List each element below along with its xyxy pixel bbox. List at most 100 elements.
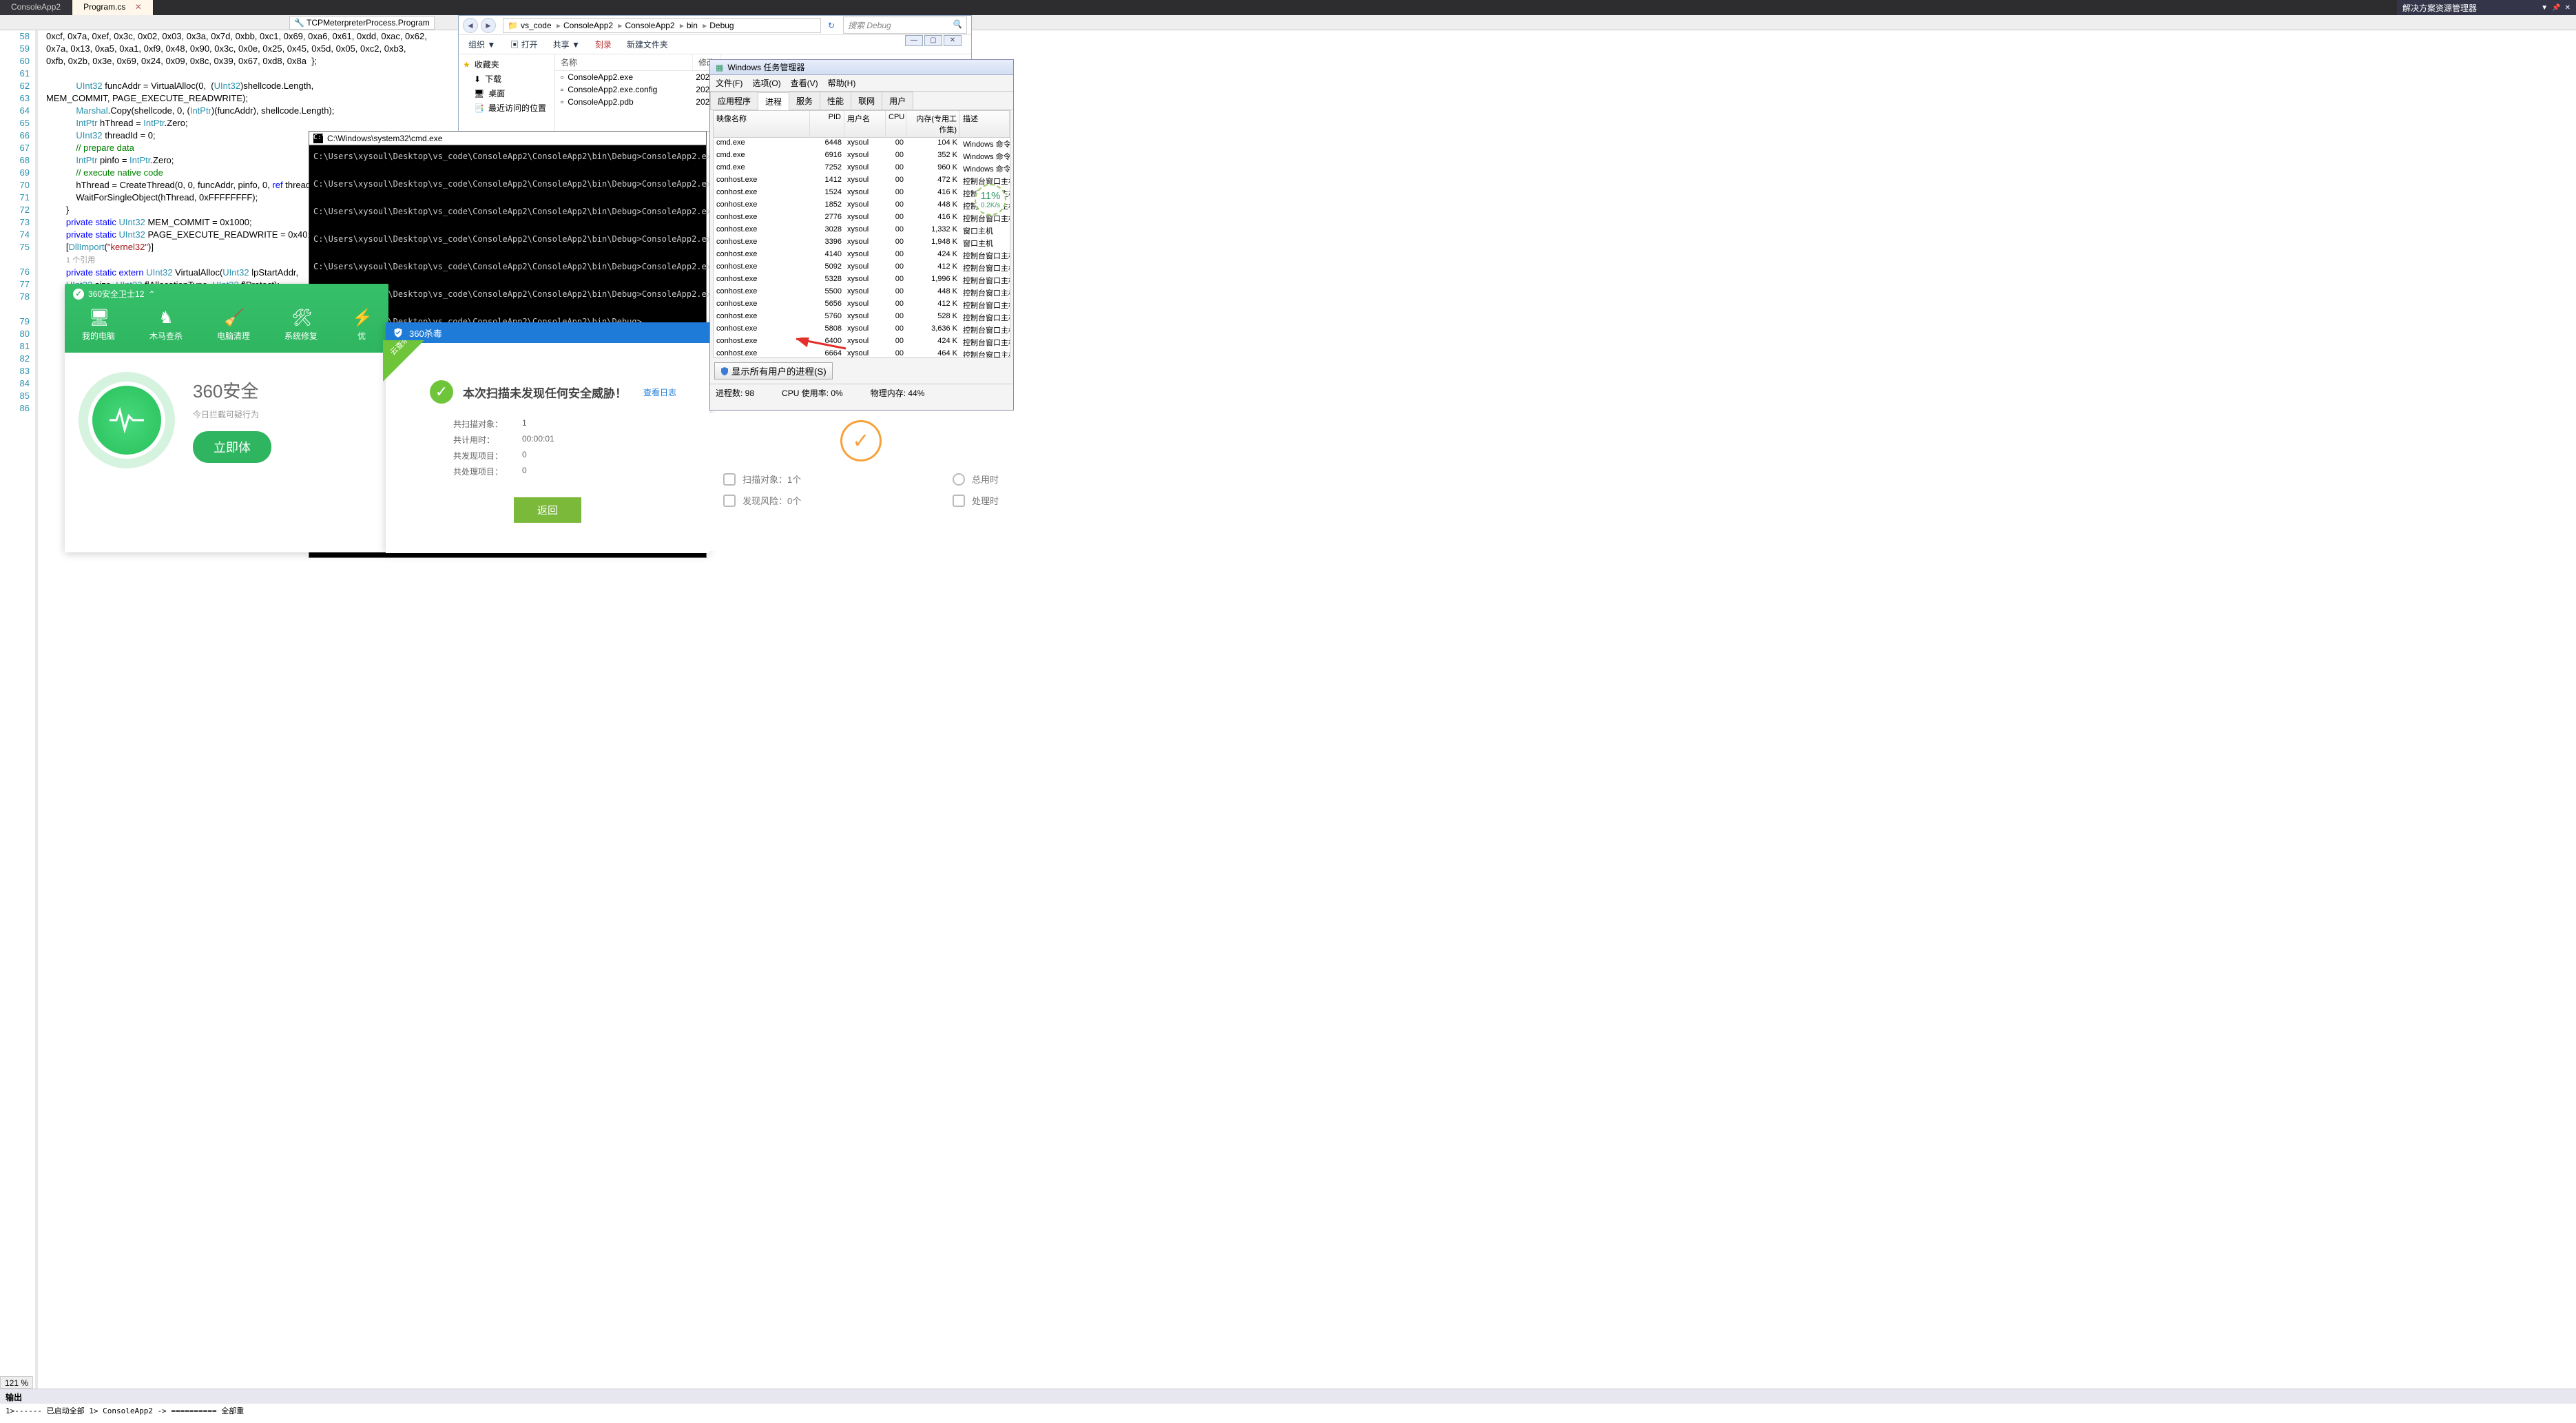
- favorites-header[interactable]: ★收藏夹: [461, 57, 552, 72]
- tm-titlebar[interactable]: ▦ Windows 任务管理器: [710, 60, 1013, 75]
- process-row[interactable]: conhost.exe6400xysoul00424 K控制台窗口主机: [714, 336, 1010, 349]
- download-icon: ⬇: [474, 74, 481, 84]
- process-row[interactable]: conhost.exe5328xysoul001,996 K控制台窗口主机: [714, 274, 1010, 287]
- tab-programcs[interactable]: Program.cs ✕: [72, 0, 154, 15]
- safe-nav: 🖥我的电脑 ♞木马查杀 🧹电脑清理 🛠系统修复 ⚡优: [65, 304, 388, 346]
- window-controls: — ▢ ✕: [905, 35, 962, 46]
- heartbeat-icon: [108, 406, 145, 434]
- process-grid[interactable]: 映像名称 PID 用户名 CPU 内存(专用工作集) 描述 cmd.exe644…: [713, 110, 1010, 358]
- process-row[interactable]: cmd.exe7252xysoul00960 KWindows 命令处: [714, 163, 1010, 175]
- process-row[interactable]: conhost.exe2776xysoul00416 K控制台窗口主机: [714, 212, 1010, 225]
- 360-antivirus-result: 360杀毒 云查杀 ✓ 本次扫描未发现任何安全威胁！ 查看日志 共扫描对象：1共…: [386, 322, 709, 553]
- close-icon[interactable]: ✕: [944, 35, 962, 46]
- process-row[interactable]: conhost.exe5500xysoul00448 K控制台窗口主机: [714, 287, 1010, 299]
- process-row[interactable]: conhost.exe4140xysoul00424 K控制台窗口主机: [714, 249, 1010, 262]
- wrench-icon: 🛠: [291, 308, 311, 327]
- search-input[interactable]: 搜索 Debug 🔍: [843, 17, 967, 34]
- list-icon: [723, 473, 736, 486]
- forward-button[interactable]: ►: [481, 18, 496, 33]
- nav-broom[interactable]: 🧹电脑清理: [217, 308, 250, 342]
- minimize-icon[interactable]: —: [905, 35, 923, 46]
- show-all-users-button[interactable]: 显示所有用户的进程(S): [714, 362, 833, 380]
- menu-item[interactable]: 查看(V): [791, 77, 818, 89]
- new-folder-button[interactable]: 新建文件夹: [627, 39, 668, 50]
- sidebar-item-desktop[interactable]: 🖥桌面: [461, 86, 552, 101]
- view-log-link[interactable]: 查看日志: [643, 386, 676, 398]
- tm-tabs: 应用程序进程服务性能联网用户: [710, 92, 1013, 110]
- brand-bar: ✓ 360安全卫士12 ⌃: [65, 284, 388, 304]
- menu-item[interactable]: 帮助(H): [828, 77, 856, 89]
- menu-item[interactable]: 文件(F): [716, 77, 742, 89]
- burn-button[interactable]: 刻录: [595, 39, 612, 50]
- close-icon[interactable]: ✕: [2565, 4, 2570, 12]
- class-selector[interactable]: 🔧 TCPMeterpreterProcess.Program: [289, 16, 435, 30]
- scan-titlebar[interactable]: 360杀毒: [386, 322, 709, 343]
- sidebar-item-download[interactable]: ⬇下载: [461, 72, 552, 86]
- sidebar-item-recent[interactable]: 📑最近访问的位置: [461, 101, 552, 115]
- shield-icon: [393, 327, 404, 338]
- scan-stat-row: 共处理项目：0: [453, 464, 686, 479]
- process-row[interactable]: cmd.exe6916xysoul00352 KWindows 命令处: [714, 150, 1010, 163]
- process-row[interactable]: cmd.exe6448xysoul00104 KWindows 命令处: [714, 138, 1010, 150]
- cmd-titlebar[interactable]: C:\ C:\Windows\system32\cmd.exe: [309, 132, 706, 145]
- explorer-sidebar: ★收藏夹 ⬇下载🖥桌面📑最近访问的位置: [459, 54, 555, 132]
- scan-stats-panel: ✓ 扫描对象：1个发现风险：0个 总用时处理时: [709, 413, 1012, 551]
- nav-opt[interactable]: ⚡优: [352, 308, 371, 342]
- back-button[interactable]: 返回: [514, 497, 581, 523]
- output-panel-header: 输出 显示输出来源(S): 生: [0, 1389, 2576, 1404]
- scan-now-button[interactable]: 立即体: [193, 431, 271, 463]
- process-row[interactable]: conhost.exe5760xysoul00528 K控制台窗口主机: [714, 311, 1010, 324]
- file-icon: ▫: [561, 97, 563, 107]
- menu-item[interactable]: 选项(O): [752, 77, 780, 89]
- process-row[interactable]: conhost.exe1852xysoul00448 K控制台窗口主机: [714, 200, 1010, 212]
- scan-stat-row: 共扫描对象：1: [453, 416, 686, 432]
- 360-logo-icon: ✓: [73, 289, 84, 300]
- process-row[interactable]: conhost.exe5092xysoul00412 K控制台窗口主机: [714, 262, 1010, 274]
- cpu-usage-badge: 11% 0.2K/s: [975, 184, 1006, 216]
- tm-statusbar: 进程数: 98 CPU 使用率: 0% 物理内存: 44%: [710, 384, 1013, 402]
- gear-icon: [953, 495, 965, 507]
- process-row[interactable]: conhost.exe1412xysoul00472 K控制台窗口主机: [714, 175, 1010, 187]
- nav-wrench[interactable]: 🛠系统修复: [284, 308, 318, 342]
- headline: 360安全: [193, 377, 271, 403]
- solution-explorer-header[interactable]: 解决方案资源管理器 ▼📌✕: [2397, 0, 2576, 15]
- share-menu[interactable]: 共享 ▼: [553, 39, 580, 50]
- process-row[interactable]: conhost.exe6664xysoul00464 K控制台窗口主机: [714, 349, 1010, 358]
- maximize-icon[interactable]: ▢: [924, 35, 942, 46]
- pin-icon[interactable]: 📌: [2552, 4, 2560, 12]
- tab-4[interactable]: 联网: [851, 92, 882, 110]
- back-button[interactable]: ◄: [463, 18, 478, 33]
- process-row[interactable]: conhost.exe3028xysoul001,332 K窗口主机: [714, 225, 1010, 237]
- horse-icon: ♞: [156, 308, 176, 327]
- process-row[interactable]: conhost.exe1524xysoul00416 K控制台窗口主机: [714, 187, 1010, 200]
- shield-icon: [720, 367, 729, 375]
- organize-menu[interactable]: 组织 ▼: [468, 39, 495, 50]
- tab-2[interactable]: 服务: [789, 92, 820, 110]
- tab-1[interactable]: 进程: [758, 92, 789, 110]
- tab-0[interactable]: 应用程序: [710, 92, 758, 110]
- close-icon[interactable]: ✕: [135, 2, 142, 12]
- line-gutter: 5859606162636465666768697071727374757677…: [0, 30, 38, 1402]
- file-icon: ▫: [561, 72, 563, 82]
- nav-monitor[interactable]: 🖥我的电脑: [82, 308, 115, 342]
- process-row[interactable]: conhost.exe5656xysoul00412 K控制台窗口主机: [714, 299, 1010, 311]
- breadcrumb[interactable]: 📁 vs_code ConsoleApp2 ConsoleApp2 bin De…: [503, 18, 821, 33]
- nav-horse[interactable]: ♞木马查杀: [149, 308, 183, 342]
- tab-5[interactable]: 用户: [882, 92, 913, 110]
- process-row[interactable]: conhost.exe3396xysoul001,948 K窗口主机: [714, 237, 1010, 249]
- sub-headline: 今日拦截可疑行为: [193, 408, 271, 420]
- grid-header[interactable]: 映像名称 PID 用户名 CPU 内存(专用工作集) 描述: [714, 111, 1010, 138]
- clock-icon: [953, 473, 965, 486]
- stat-row: 处理时: [939, 490, 1012, 511]
- chevron-up-icon[interactable]: ⌃: [148, 289, 155, 299]
- refresh-icon[interactable]: ↻: [824, 21, 839, 30]
- dropdown-icon[interactable]: ▼: [2541, 4, 2548, 12]
- process-row[interactable]: conhost.exe5808xysoul003,636 K控制台窗口主机: [714, 324, 1010, 336]
- task-manager-window: ▦ Windows 任务管理器 文件(F) 选项(O) 查看(V) 帮助(H) 应用程…: [709, 59, 1014, 411]
- tab-project[interactable]: ConsoleApp2: [0, 0, 72, 15]
- ok-ring-icon: ✓: [840, 420, 882, 461]
- checkmark-icon: ✓: [430, 380, 453, 404]
- zoom-level[interactable]: 121 %: [0, 1376, 33, 1389]
- open-button[interactable]: ▣ 打开: [510, 39, 537, 50]
- tab-3[interactable]: 性能: [820, 92, 851, 110]
